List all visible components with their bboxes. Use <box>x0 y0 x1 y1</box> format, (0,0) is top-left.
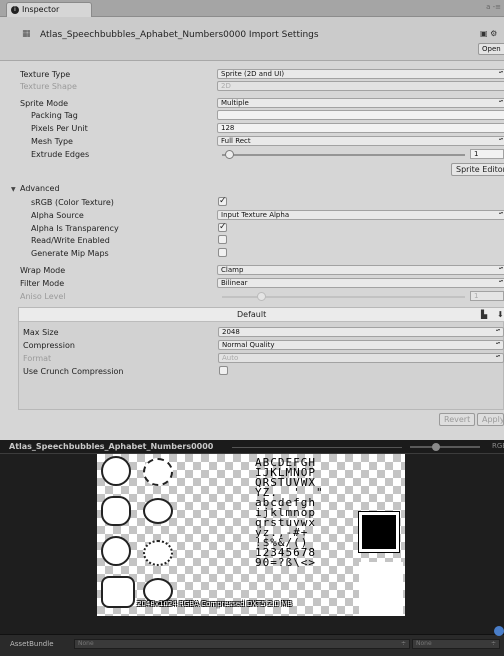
format-label: Format <box>23 354 52 363</box>
extrude-edges-slider[interactable] <box>222 154 465 156</box>
texture-type-label: Texture Type <box>20 70 71 79</box>
aniso-level-label: Aniso Level <box>20 292 66 301</box>
sprite-mode-dropdown[interactable]: Multiple <box>217 98 504 108</box>
mesh-type-label: Mesh Type <box>31 137 73 146</box>
extrude-edges-slider-handle[interactable] <box>225 150 235 159</box>
extrude-edges-input[interactable]: 1 <box>470 149 504 159</box>
alpha-transparency-checkbox[interactable]: ✓ <box>218 223 227 232</box>
speech-bubble-shape <box>143 498 173 524</box>
speech-bubble-shape <box>143 540 173 566</box>
packing-tag-label: Packing Tag <box>31 111 78 120</box>
compression-dropdown[interactable]: Normal Quality <box>218 340 504 350</box>
texture-info: 2048x1024 RGBA Compressed DXT5 2.0 MB <box>137 600 293 608</box>
alpha-transparency-label: Alpha Is Transparency <box>31 224 119 233</box>
extrude-edges-label: Extrude Edges <box>31 150 90 159</box>
wrap-mode-label: Wrap Mode <box>20 266 66 275</box>
texture-icon: ▦ <box>22 29 31 39</box>
preview-toolbar: Atlas_Speechbubbles_Aphabet_Numbers0000 … <box>0 440 504 454</box>
read-write-checkbox[interactable] <box>218 235 227 244</box>
preview-title: Atlas_Speechbubbles_Aphabet_Numbers0000 <box>9 442 214 451</box>
speech-bubble-shape <box>101 576 135 608</box>
max-size-label: Max Size <box>23 328 59 337</box>
aniso-level-input: 1 <box>470 291 504 301</box>
speech-bubble-shape <box>101 456 131 486</box>
speech-bubble-shape <box>101 536 131 566</box>
asset-bundle-variant-dropdown[interactable]: None <box>412 639 500 649</box>
open-button[interactable]: Open <box>478 43 504 55</box>
mesh-type-dropdown[interactable]: Full Rect <box>217 136 504 146</box>
advanced-foldout-icon[interactable]: ▼ <box>11 186 16 193</box>
atlas-image: ABCDEFGH IJKLMNOP QRSTUVWX YZ. ' " abcde… <box>97 454 405 616</box>
crunch-compression-checkbox[interactable] <box>219 366 228 375</box>
packing-tag-input[interactable] <box>217 110 504 120</box>
pixels-per-unit-input[interactable]: 128 <box>217 123 504 133</box>
asset-bundle-label: AssetBundle <box>10 640 54 648</box>
apply-button[interactable]: Apply <box>477 413 504 426</box>
compression-label: Compression <box>23 341 75 350</box>
alpha-source-dropdown[interactable]: Input Texture Alpha <box>217 210 504 220</box>
mipmaps-label: Generate Mip Maps <box>31 249 109 258</box>
read-write-label: Read/Write Enabled <box>31 236 110 245</box>
speech-bubble-shape <box>143 458 173 486</box>
asset-label-icon[interactable] <box>494 626 504 636</box>
advanced-label[interactable]: Advanced <box>20 184 60 193</box>
tab-bar: i Inspector a -≡ <box>0 0 504 17</box>
download-platform-icon[interactable]: ⬇ <box>497 310 504 319</box>
texture-shape-label: Texture Shape <box>20 82 77 91</box>
white-square-sprite <box>359 562 403 616</box>
texture-type-dropdown[interactable]: Sprite (2D and UI) <box>217 69 504 79</box>
tab-inspector-label: Inspector <box>22 5 60 14</box>
crunch-compression-label: Use Crunch Compression <box>23 367 124 376</box>
asset-bundle-bar: AssetBundle None None <box>0 634 504 656</box>
aniso-level-slider-handle <box>256 292 266 301</box>
tab-default[interactable]: Default <box>237 310 266 319</box>
page-title: Atlas_Speechbubbles_Aphabet_Numbers0000 … <box>40 30 319 40</box>
texture-preview: Atlas_Speechbubbles_Aphabet_Numbers0000 … <box>0 440 504 634</box>
header-settings-icon[interactable]: ▣ ⚙ <box>480 29 497 38</box>
alpha-source-label: Alpha Source <box>31 211 84 220</box>
max-size-dropdown[interactable]: 2048 <box>218 327 504 337</box>
revert-button[interactable]: Revert <box>439 413 476 426</box>
filter-mode-dropdown[interactable]: Bilinear <box>217 278 504 288</box>
platform-tabs: Default ▙ ⬇ <box>19 308 504 322</box>
speech-bubble-shape <box>101 496 131 526</box>
mipmaps-checkbox[interactable] <box>218 248 227 257</box>
platform-settings: Default ▙ ⬇ Max Size 2048 Compression No… <box>18 307 504 410</box>
standalone-platform-icon[interactable]: ▙ <box>481 310 487 319</box>
texture-shape-dropdown: 2D <box>217 81 504 91</box>
sprite-editor-button[interactable]: Sprite Editor <box>451 163 504 176</box>
info-icon: i <box>11 5 19 14</box>
wrap-mode-dropdown[interactable]: Clamp <box>217 265 504 275</box>
preview-channel-icon[interactable]: RGB <box>492 442 504 450</box>
preview-divider <box>232 447 402 448</box>
format-dropdown: Auto <box>218 353 504 363</box>
srgb-label: sRGB (Color Texture) <box>31 198 114 207</box>
pixels-per-unit-label: Pixels Per Unit <box>31 124 88 133</box>
preview-mip-slider[interactable] <box>410 446 480 448</box>
inspector-window: i Inspector a -≡ ▦ Atlas_Speechbubbles_Ap… <box>0 0 504 656</box>
preview-mip-slider-handle[interactable] <box>432 443 440 451</box>
inspector-header: ▦ Atlas_Speechbubbles_Aphabet_Numbers000… <box>0 17 504 61</box>
tab-menu-icon[interactable]: a -≡ <box>486 3 501 11</box>
filter-mode-label: Filter Mode <box>20 279 65 288</box>
srgb-checkbox[interactable]: ✓ <box>218 197 227 206</box>
asset-bundle-dropdown[interactable]: None <box>74 639 410 649</box>
black-square-sprite <box>358 511 400 553</box>
tab-inspector[interactable]: i Inspector <box>6 2 92 17</box>
sprite-mode-label: Sprite Mode <box>20 99 69 108</box>
